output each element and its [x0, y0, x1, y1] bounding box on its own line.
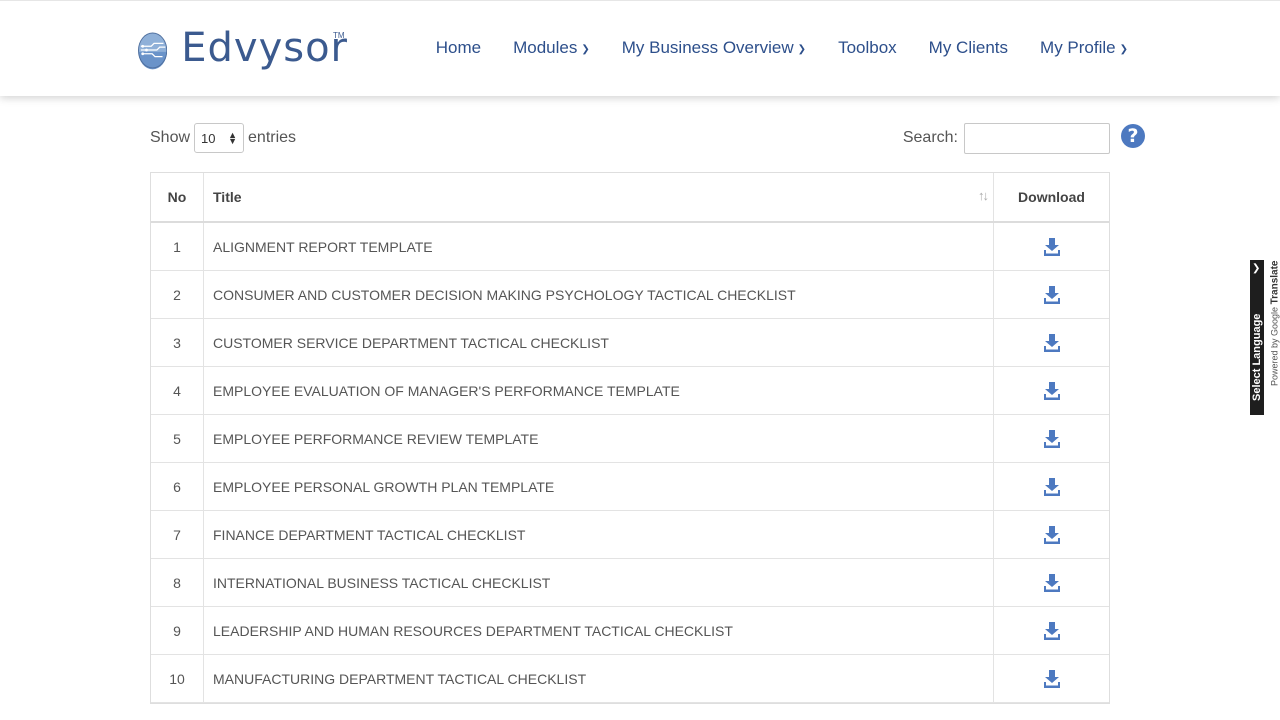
entries-label: entries — [248, 129, 297, 146]
row-no: 6 — [151, 463, 204, 510]
google-translate-widget[interactable]: ❯ Select Language Powered by Google Tran… — [1250, 260, 1280, 415]
download-icon — [1043, 381, 1060, 400]
nav-home[interactable]: Home — [436, 38, 481, 58]
select-arrows-icon: ▲ ▼ — [228, 130, 238, 146]
main-nav: Home Modules ❯ My Business Overview ❯ Tool… — [404, 38, 1128, 58]
sort-arrows-icon: ↑↓ — [978, 188, 989, 203]
row-title: EMPLOYEE PERFORMANCE REVIEW TEMPLATE — [204, 415, 994, 462]
row-no: 1 — [151, 223, 204, 270]
download-icon — [1043, 525, 1060, 544]
row-no: 2 — [151, 271, 204, 318]
row-no: 7 — [151, 511, 204, 558]
row-no: 4 — [151, 367, 204, 414]
download-button[interactable] — [994, 367, 1109, 414]
row-title: ALIGNMENT REPORT TEMPLATE — [204, 223, 994, 270]
circuit-logo-icon — [138, 32, 168, 70]
nav-modules[interactable]: Modules ❯ — [513, 38, 590, 58]
nav-my-business-overview-label: My Business Overview — [621, 38, 794, 57]
download-icon — [1043, 669, 1060, 688]
table-row: 2 CONSUMER AND CUSTOMER DECISION MAKING … — [151, 271, 1109, 319]
row-no: 3 — [151, 319, 204, 366]
select-language-label: Select Language — [1251, 313, 1263, 401]
row-no: 5 — [151, 415, 204, 462]
download-button[interactable] — [994, 463, 1109, 510]
site-header: Edvysor TM Home Modules ❯ My Business Ove… — [0, 0, 1280, 96]
download-button[interactable] — [994, 223, 1109, 270]
nav-my-profile-label: My Profile — [1040, 38, 1116, 57]
column-header-no[interactable]: No — [151, 173, 204, 221]
column-header-title[interactable]: Title ↑↓ — [204, 173, 994, 221]
table-row: 7 FINANCE DEPARTMENT TACTICAL CHECKLIST — [151, 511, 1109, 559]
row-no: 10 — [151, 655, 204, 702]
download-icon — [1043, 333, 1060, 352]
row-title: CONSUMER AND CUSTOMER DECISION MAKING PS… — [204, 271, 994, 318]
row-no: 9 — [151, 607, 204, 654]
table-row: 3 CUSTOMER SERVICE DEPARTMENT TACTICAL C… — [151, 319, 1109, 367]
download-button[interactable] — [994, 655, 1109, 702]
nav-toolbox[interactable]: Toolbox — [838, 38, 897, 58]
row-title: EMPLOYEE PERSONAL GROWTH PLAN TEMPLATE — [204, 463, 994, 510]
row-title: MANUFACTURING DEPARTMENT TACTICAL CHECKL… — [204, 655, 994, 702]
row-title: INTERNATIONAL BUSINESS TACTICAL CHECKLIS… — [204, 559, 994, 606]
column-header-download[interactable]: Download — [994, 173, 1109, 221]
download-icon — [1043, 573, 1060, 592]
row-title: FINANCE DEPARTMENT TACTICAL CHECKLIST — [204, 511, 994, 558]
download-button[interactable] — [994, 319, 1109, 366]
row-title: CUSTOMER SERVICE DEPARTMENT TACTICAL CHE… — [204, 319, 994, 366]
table-header-row: No Title ↑↓ Download — [151, 173, 1109, 223]
download-icon — [1043, 285, 1060, 304]
translate-text: Translate — [1269, 260, 1280, 305]
brand-name: Edvysor — [181, 25, 348, 71]
row-title: EMPLOYEE EVALUATION OF MANAGER'S PERFORM… — [204, 367, 994, 414]
help-icon[interactable]: ? — [1121, 124, 1145, 148]
column-header-title-label: Title — [213, 189, 242, 205]
search-label: Search: — [902, 129, 958, 146]
download-icon — [1043, 477, 1060, 496]
nav-my-clients[interactable]: My Clients — [929, 38, 1008, 58]
row-title: LEADERSHIP AND HUMAN RESOURCES DEPARTMEN… — [204, 607, 994, 654]
templates-table: No Title ↑↓ Download 1 ALIGNMENT REPORT … — [150, 172, 1110, 704]
nav-home-label: Home — [435, 38, 482, 57]
download-icon — [1043, 237, 1060, 256]
download-icon — [1043, 429, 1060, 448]
nav-modules-label: Modules — [513, 38, 578, 57]
download-icon — [1043, 621, 1060, 640]
table-row: 9 LEADERSHIP AND HUMAN RESOURCES DEPARTM… — [151, 607, 1109, 655]
table-row: 10 MANUFACTURING DEPARTMENT TACTICAL CHE… — [151, 655, 1109, 703]
entries-select-value: 10 — [201, 130, 216, 146]
chevron-down-icon: ❯ — [1119, 43, 1128, 55]
nav-my-clients-label: My Clients — [928, 38, 1009, 57]
table-row: 8 INTERNATIONAL BUSINESS TACTICAL CHECKL… — [151, 559, 1109, 607]
download-button[interactable] — [994, 511, 1109, 558]
nav-my-profile[interactable]: My Profile ❯ — [1040, 38, 1128, 58]
download-button[interactable] — [994, 607, 1109, 654]
table-row: 1 ALIGNMENT REPORT TEMPLATE — [151, 223, 1109, 271]
download-button[interactable] — [994, 271, 1109, 318]
download-button[interactable] — [994, 559, 1109, 606]
table-row: 4 EMPLOYEE EVALUATION OF MANAGER'S PERFO… — [151, 367, 1109, 415]
powered-by-text: Powered by — [1269, 338, 1280, 387]
google-text: Google — [1269, 306, 1280, 336]
entries-length-control: Show 10 ▲ ▼ entries — [150, 122, 296, 154]
entries-select[interactable]: 10 ▲ ▼ — [194, 123, 245, 153]
search-control: Search: — [903, 122, 1110, 154]
row-no: 8 — [151, 559, 204, 606]
nav-my-business-overview[interactable]: My Business Overview ❯ — [622, 38, 806, 58]
show-label: Show — [150, 129, 191, 146]
search-input[interactable] — [964, 122, 1110, 154]
chevron-down-icon: ❯ — [581, 43, 590, 55]
trademark-mark: TM — [333, 31, 345, 40]
download-button[interactable] — [994, 415, 1109, 462]
table-row: 6 EMPLOYEE PERSONAL GROWTH PLAN TEMPLATE — [151, 463, 1109, 511]
chevron-down-icon: ❯ — [797, 43, 807, 55]
brand-logo[interactable]: Edvysor — [138, 11, 348, 89]
table-row: 5 EMPLOYEE PERFORMANCE REVIEW TEMPLATE — [151, 415, 1109, 463]
powered-by-label: Powered by Google Translate — [1270, 261, 1280, 411]
nav-toolbox-label: Toolbox — [838, 38, 897, 57]
table-controls: Show 10 ▲ ▼ entries Search: — [150, 122, 1110, 154]
